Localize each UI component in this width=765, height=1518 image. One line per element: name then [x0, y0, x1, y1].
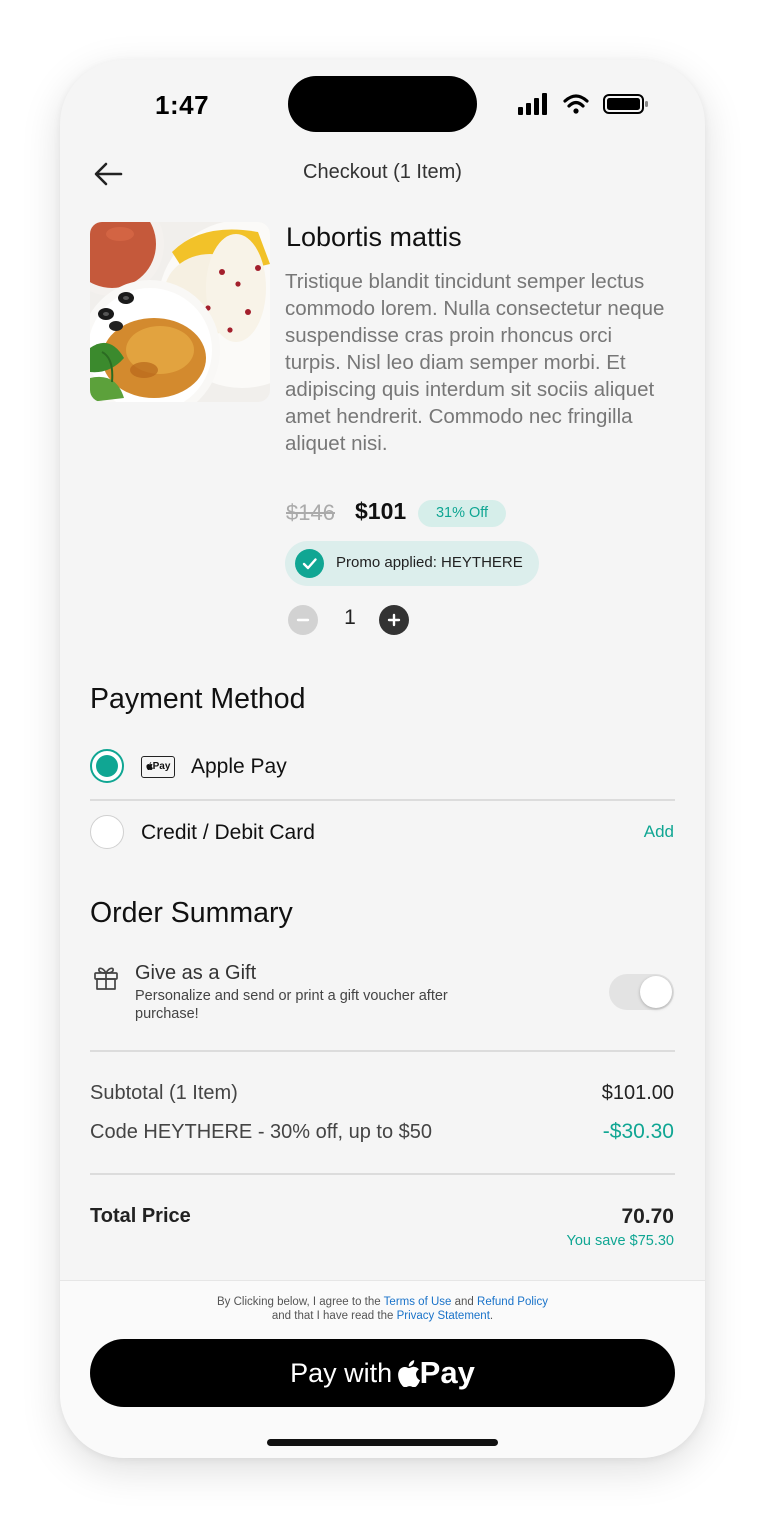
gift-title: Give as a Gift	[135, 962, 257, 984]
subtotal-value: $101.00	[601, 1082, 674, 1104]
discount-badge: 31% Off	[418, 500, 506, 527]
divider	[90, 799, 675, 801]
divider	[90, 1173, 675, 1175]
check-circle-icon	[295, 549, 324, 578]
apple-pay-logo-icon: Pay	[141, 756, 175, 778]
current-price: $101	[355, 498, 407, 524]
dynamic-island	[288, 76, 477, 132]
promo-text: Promo applied: HEYTHERE	[336, 554, 523, 571]
plus-icon	[387, 613, 401, 627]
signal-icon	[518, 93, 547, 115]
gift-subtitle: Personalize and send or print a gift vou…	[135, 988, 448, 1022]
terms-of-use-link[interactable]: Terms of Use	[384, 1296, 452, 1308]
payment-method-heading: Payment Method	[90, 683, 306, 715]
divider	[90, 1050, 675, 1052]
radio-apple-pay[interactable]	[90, 749, 124, 783]
battery-icon	[603, 94, 648, 114]
phone-frame: 1:47 Checkout (1 Item) Lobortis mattis T…	[60, 60, 705, 1458]
status-time: 1:47	[155, 90, 210, 120]
pay-with-label: Pay with	[290, 1358, 393, 1388]
quantity-increase-button[interactable]	[379, 605, 409, 635]
order-summary-heading: Order Summary	[90, 897, 293, 929]
refund-policy-link[interactable]: Refund Policy	[477, 1296, 548, 1308]
original-price: $146	[286, 500, 335, 525]
toggle-knob	[640, 976, 672, 1008]
legal-text: By Clicking below, I agree to the Terms …	[217, 1296, 548, 1322]
total-price-value: 70.70	[621, 1205, 674, 1228]
subtotal-label: Subtotal (1 Item)	[90, 1082, 238, 1104]
apple-logo-icon	[397, 1359, 420, 1387]
add-card-link[interactable]: Add	[644, 822, 674, 842]
quantity-value: 1	[344, 606, 356, 629]
pay-label: Pay	[419, 1355, 475, 1390]
wifi-icon	[563, 94, 589, 114]
credit-card-label[interactable]: Credit / Debit Card	[141, 821, 315, 845]
gift-toggle[interactable]	[609, 974, 674, 1010]
home-indicator	[267, 1439, 498, 1446]
gift-icon	[94, 967, 118, 990]
minus-icon	[296, 618, 310, 622]
pay-with-apple-pay-button[interactable]: Pay with Pay	[90, 1339, 675, 1407]
product-description: Tristique blandit tincidunt semper lectu…	[285, 270, 665, 455]
promo-discount-value: -$30.30	[602, 1120, 674, 1143]
page-title: Checkout (1 Item)	[303, 161, 462, 183]
promo-code-label: Code HEYTHERE - 30% off, up to $50	[90, 1121, 433, 1143]
radio-credit-card[interactable]	[90, 815, 124, 849]
savings-text: You save $75.30	[566, 1233, 674, 1249]
promo-applied-chip: Promo applied: HEYTHERE	[285, 541, 539, 586]
privacy-statement-link[interactable]: Privacy Statement	[397, 1310, 490, 1322]
quantity-decrease-button[interactable]	[288, 605, 318, 635]
checkout-footer: By Clicking below, I agree to the Terms …	[60, 1280, 705, 1458]
total-price-label: Total Price	[90, 1205, 191, 1227]
product-title: Lobortis mattis	[286, 222, 462, 252]
apple-pay-label[interactable]: Apple Pay	[191, 755, 287, 779]
status-icons	[518, 93, 648, 115]
product-image[interactable]	[90, 222, 270, 402]
